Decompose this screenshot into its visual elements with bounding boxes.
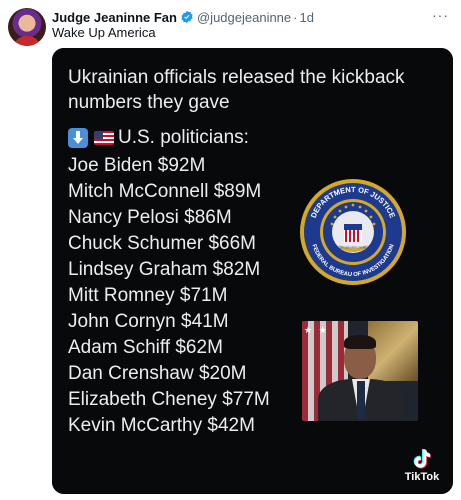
separator-dot: · bbox=[293, 9, 298, 25]
us-flag-icon bbox=[94, 131, 114, 145]
list-item: Joe Biden $92M bbox=[68, 155, 206, 176]
media-subhead-row: U.S. politicians: bbox=[68, 126, 249, 150]
media-headline: Ukrainian officials released the kickbac… bbox=[68, 67, 405, 113]
politician-list: Joe Biden $92M Mitch McConnell $89M Nanc… bbox=[68, 153, 270, 439]
list-item: Elizabeth Cheney $77M bbox=[68, 389, 270, 410]
tweet-timestamp[interactable]: 1d bbox=[300, 10, 314, 25]
author-handle[interactable]: @judgejeaninne bbox=[197, 10, 291, 25]
list-item: Nancy Pelosi $86M bbox=[68, 207, 232, 228]
list-item: Chuck Schumer $66M bbox=[68, 233, 256, 254]
list-item: Kevin McCarthy $42M bbox=[68, 415, 255, 436]
list-item: Mitch McConnell $89M bbox=[68, 181, 262, 202]
tiktok-icon bbox=[413, 449, 431, 469]
list-item: Mitt Romney $71M bbox=[68, 285, 228, 306]
media-subhead: U.S. politicians: bbox=[118, 127, 249, 148]
list-item: Dan Crenshaw $20M bbox=[68, 363, 247, 384]
down-arrow-icon bbox=[68, 128, 88, 148]
verified-icon bbox=[181, 10, 193, 24]
author-name[interactable]: Judge Jeaninne Fan bbox=[52, 10, 177, 25]
author-avatar[interactable] bbox=[8, 8, 46, 46]
more-options-button[interactable]: ··· bbox=[432, 7, 449, 23]
list-item: John Cornyn $41M bbox=[68, 311, 229, 332]
portrait-photo: ★ ★ bbox=[302, 321, 418, 421]
fbi-seal-icon: DEPARTMENT OF JUSTICE FEDERAL BUREAU OF … bbox=[300, 179, 406, 285]
tweet[interactable]: Judge Jeaninne Fan @judgejeaninne · 1d ·… bbox=[0, 0, 461, 500]
tiktok-label: TikTok bbox=[404, 471, 440, 483]
tweet-text: Wake Up America bbox=[52, 25, 156, 40]
tiktok-watermark: TikTok bbox=[402, 448, 442, 488]
list-item: Adam Schiff $62M bbox=[68, 337, 223, 358]
tweet-media-image[interactable]: Ukrainian officials released the kickbac… bbox=[52, 48, 453, 494]
media-background: Ukrainian officials released the kickbac… bbox=[52, 48, 453, 494]
seal-banner-text: FIDELITY BRAVERY INTEGRITY bbox=[334, 246, 373, 250]
tweet-header: Judge Jeaninne Fan @judgejeaninne · 1d ·… bbox=[52, 7, 449, 27]
list-item: Lindsey Graham $82M bbox=[68, 259, 261, 280]
